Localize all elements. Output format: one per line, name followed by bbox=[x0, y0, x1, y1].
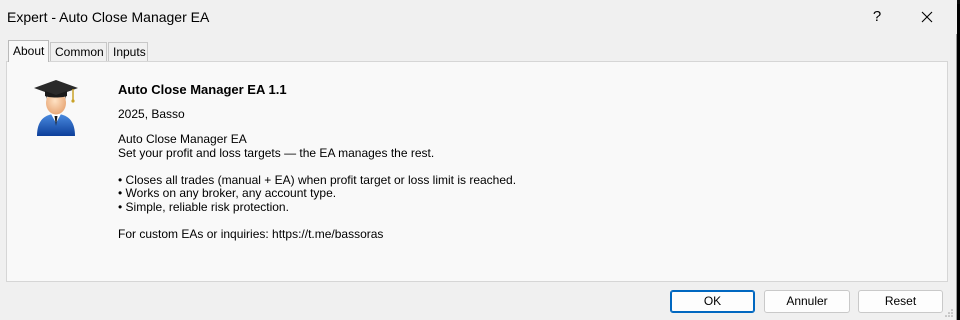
copyright-text: 2025, Basso bbox=[118, 107, 185, 121]
window-title: Expert - Auto Close Manager EA bbox=[7, 9, 210, 25]
ok-button[interactable]: OK bbox=[670, 290, 755, 313]
tab-common[interactable]: Common bbox=[50, 42, 107, 61]
close-icon bbox=[921, 11, 933, 23]
resize-grip-icon[interactable] bbox=[944, 308, 954, 318]
cancel-button[interactable]: Annuler bbox=[764, 290, 850, 313]
description-line: Set your profit and loss targets — the E… bbox=[118, 145, 435, 160]
ea-name-heading: Auto Close Manager EA 1.1 bbox=[118, 82, 287, 97]
title-bar[interactable]: Expert - Auto Close Manager EA ? bbox=[0, 0, 957, 34]
feature-bullet: • Works on any broker, any account type. bbox=[118, 186, 337, 200]
description-block: Auto Close Manager EA Set your profit an… bbox=[118, 132, 517, 241]
reset-button[interactable]: Reset bbox=[858, 290, 943, 313]
description-line: Auto Close Manager EA bbox=[118, 132, 247, 146]
contact-line: For custom EAs or inquiries: https://t.m… bbox=[118, 226, 384, 241]
tab-about[interactable]: About bbox=[8, 40, 49, 62]
about-panel: Auto Close Manager EA 1.1 2025, Basso Au… bbox=[6, 61, 948, 282]
feature-bullet: • Closes all trades (manual + EA) when p… bbox=[118, 172, 517, 187]
tab-inputs[interactable]: Inputs bbox=[108, 42, 148, 61]
help-button[interactable]: ? bbox=[860, 4, 894, 30]
feature-bullet: • Simple, reliable risk protection. bbox=[118, 199, 289, 214]
expert-properties-dialog: Expert - Auto Close Manager EA ? About C… bbox=[0, 0, 957, 320]
graduate-avatar-icon bbox=[34, 80, 78, 136]
close-button[interactable] bbox=[905, 4, 949, 30]
